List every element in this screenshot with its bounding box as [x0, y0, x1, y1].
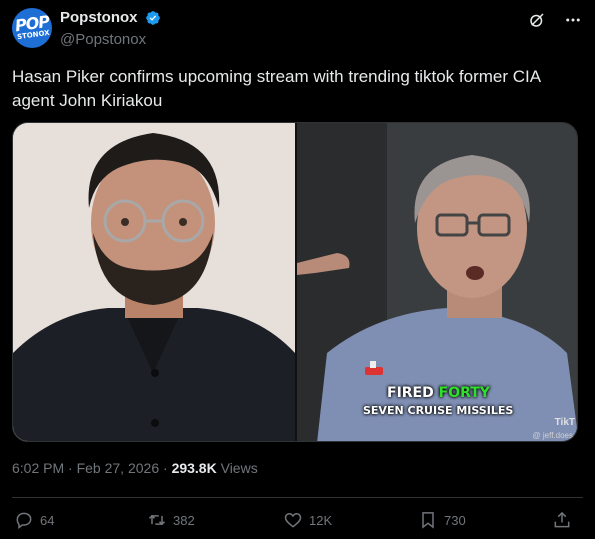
- divider: [12, 497, 583, 498]
- bookmark-button[interactable]: 730: [418, 510, 466, 530]
- media-grid[interactable]: FIRED FORTY SEVEN CRUISE MISSILES TikT @…: [12, 122, 578, 442]
- tweet-text: Hasan Piker confirms upcoming stream wit…: [12, 67, 541, 110]
- bookmark-count: 730: [444, 512, 466, 528]
- tiktok-username: @ jeff.does: [532, 431, 573, 440]
- share-button[interactable]: [552, 510, 572, 530]
- views-label: Views: [216, 460, 258, 476]
- bookmark-icon: [422, 512, 434, 529]
- avatar[interactable]: POP STONOX: [12, 8, 52, 48]
- tweet-meta: 6:02 PM · Feb 27, 2026 · 293.8K Views: [12, 460, 258, 476]
- repost-count: 382: [173, 512, 195, 528]
- share-icon: [554, 511, 570, 528]
- author-display-name[interactable]: Popstonox: [60, 9, 138, 26]
- verified-icon[interactable]: [145, 10, 161, 26]
- portrait-photo: [13, 123, 295, 441]
- video-caption-line1: FIRED FORTY: [387, 385, 490, 401]
- tiktok-watermark: TikT: [554, 417, 575, 428]
- tweet-time[interactable]: 6:02 PM: [12, 460, 64, 476]
- video-caption-line2: SEVEN CRUISE MISSILES: [363, 404, 514, 417]
- media-photo-left[interactable]: [13, 123, 295, 441]
- top-actions: [527, 10, 583, 30]
- like-count: 12K: [309, 512, 333, 528]
- media-video-right[interactable]: FIRED FORTY SEVEN CRUISE MISSILES TikT @…: [295, 123, 577, 441]
- like-button[interactable]: 12K: [283, 510, 332, 530]
- meta-separator: ·: [64, 460, 77, 476]
- reply-count: 64: [40, 512, 55, 528]
- tweet: POP STONOX Popstonox @Popstonox Hasan Pi…: [0, 0, 595, 539]
- reply-button[interactable]: 64: [14, 510, 54, 530]
- more-icon[interactable]: [563, 10, 583, 30]
- repost-icon: [148, 514, 166, 526]
- caption-prefix: FIRED: [387, 385, 439, 401]
- author-handle[interactable]: @Popstonox: [60, 31, 161, 48]
- reply-icon: [16, 512, 32, 529]
- tweet-date[interactable]: Feb 27, 2026: [77, 460, 160, 476]
- grok-icon[interactable]: [527, 10, 547, 30]
- repost-button[interactable]: 382: [147, 510, 195, 530]
- like-icon: [284, 512, 302, 528]
- views-count: 293.8K: [171, 460, 217, 476]
- action-bar: 64 382 12K 730: [12, 510, 583, 532]
- caption-highlight: FORTY: [438, 385, 490, 401]
- author-names: Popstonox @Popstonox: [60, 9, 161, 48]
- meta-separator: ·: [159, 460, 172, 476]
